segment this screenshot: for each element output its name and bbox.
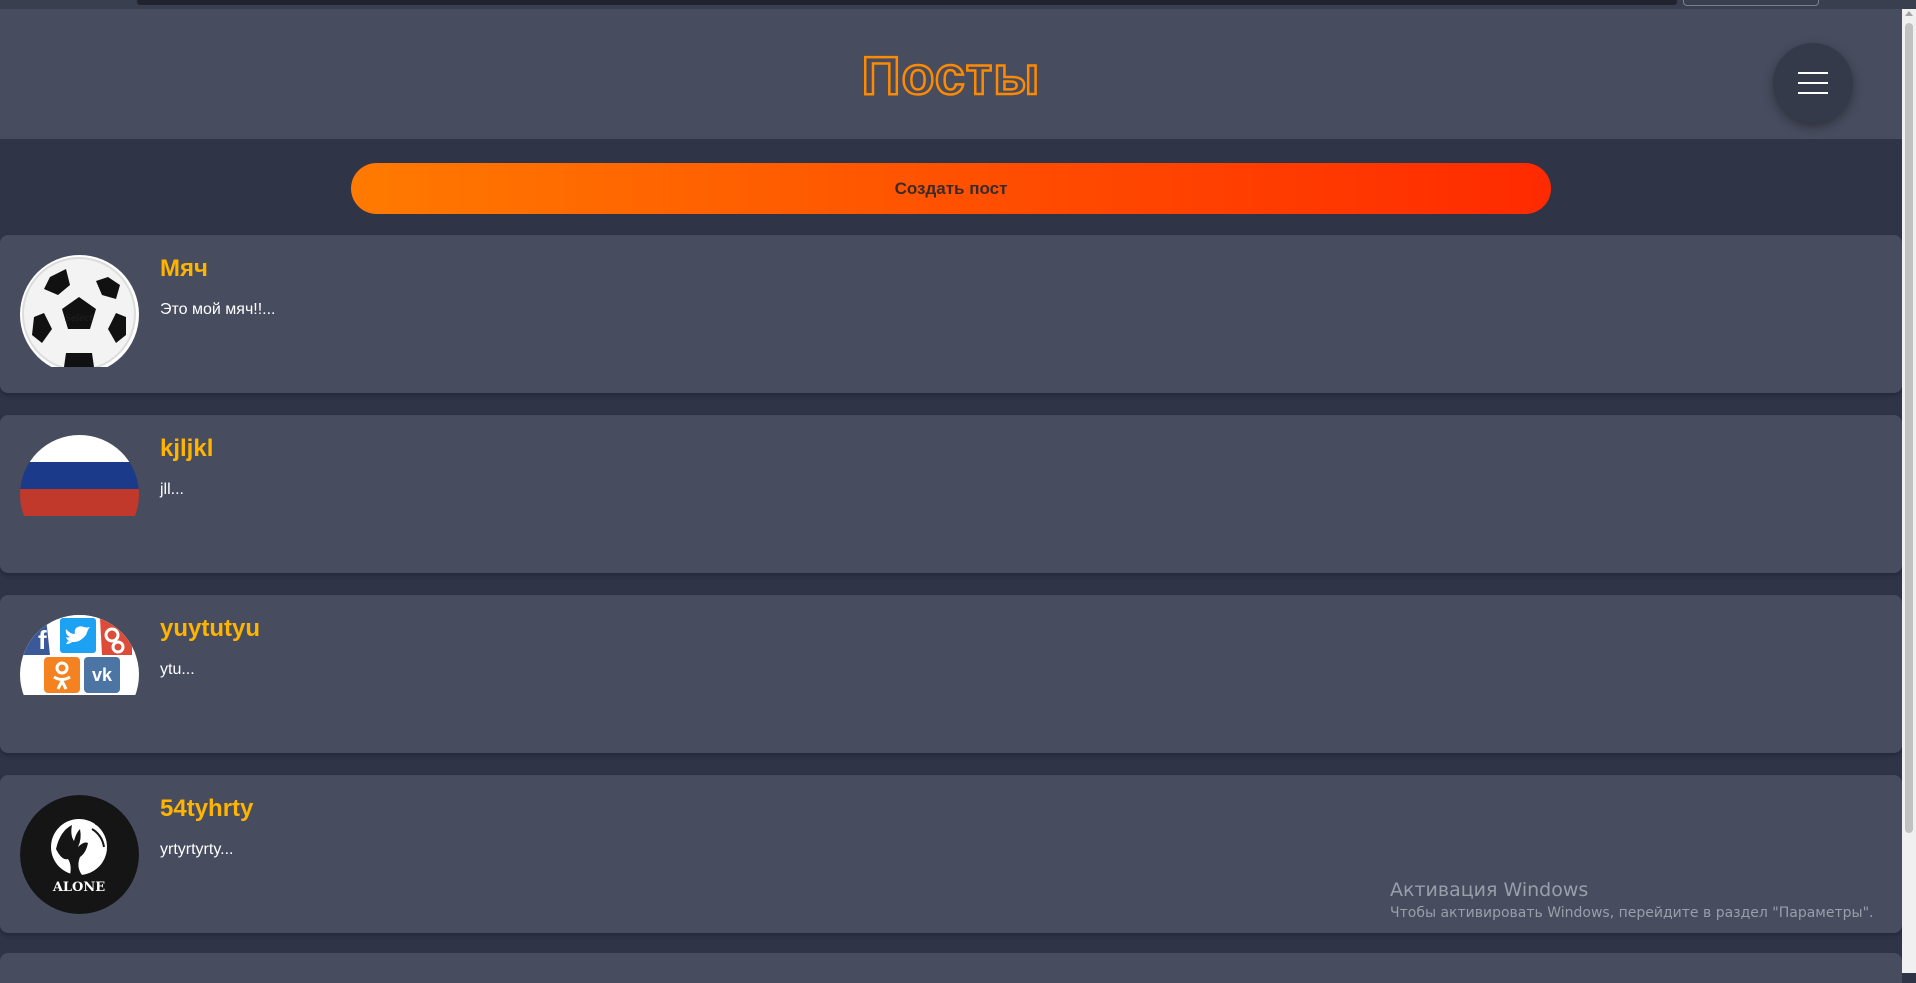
post-card[interactable]: f vk yuytutyu ytu...	[0, 595, 1902, 753]
post-title: yuytutyu	[160, 615, 261, 642]
svg-text:f: f	[38, 625, 47, 655]
post-title: kjljkl	[160, 435, 214, 462]
avatar-logo-text: Select	[65, 314, 94, 324]
svg-text:vk: vk	[92, 665, 113, 685]
post-avatar-social-icons: f vk	[20, 615, 139, 734]
post-avatar-soccer-ball: Select	[20, 255, 139, 374]
post-card-partial[interactable]	[0, 953, 1902, 983]
vertical-scrollbar[interactable]	[1902, 9, 1916, 973]
windows-activation-watermark: Активация Windows Чтобы активировать Win…	[1390, 879, 1873, 921]
scrollbar-thumb[interactable]	[1905, 23, 1913, 833]
page-title: Посты	[860, 45, 1041, 108]
post-card[interactable]: Select Мяч Это мой мяч!!...	[0, 235, 1902, 393]
post-excerpt: jll...	[160, 481, 184, 498]
watermark-title: Активация Windows	[1390, 879, 1589, 901]
post-excerpt: Это мой мяч!!...	[160, 301, 276, 318]
post-title: 54tyhrty	[160, 795, 254, 822]
address-bar-edge	[137, 0, 1677, 5]
post-excerpt: ytu...	[160, 661, 195, 678]
avatar-logo-text: ALONE	[52, 880, 105, 895]
post-avatar-alone-logo: ALONE	[20, 795, 139, 914]
post-excerpt: yrtyrtyrty...	[160, 841, 234, 858]
watermark-subtitle: Чтобы активировать Windows, перейдите в …	[1390, 905, 1874, 921]
page-header: Посты	[0, 9, 1902, 139]
browser-toolbar-edge	[0, 0, 1916, 9]
post-title: Мяч	[160, 255, 208, 282]
create-post-button[interactable]: Создать пост	[351, 163, 1551, 214]
browser-button-edge	[1683, 0, 1819, 6]
menu-button[interactable]	[1773, 43, 1853, 123]
scroll-up-arrow-icon[interactable]	[1905, 11, 1913, 16]
create-post-section: Создать пост	[0, 139, 1902, 235]
post-card[interactable]: kjljkl jll...	[0, 415, 1902, 573]
post-avatar-russian-flag	[20, 435, 139, 554]
